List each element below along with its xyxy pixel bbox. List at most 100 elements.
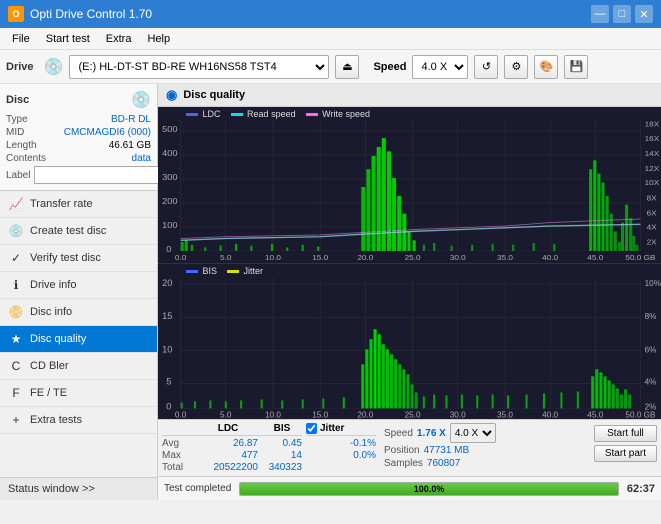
drive-select[interactable]: (E:) HL-DT-ST BD-RE WH16NS58 TST4 — [69, 55, 329, 79]
bis-legend: BIS — [186, 266, 217, 276]
sidebar-item-drive-info-label: Drive info — [30, 279, 76, 291]
avg-jitter: -0.1% — [306, 438, 376, 449]
refresh-button[interactable]: ↺ — [474, 55, 498, 79]
sidebar-item-disc-info[interactable]: 📀 Disc info — [0, 299, 157, 326]
sidebar-item-drive-info[interactable]: ℹ Drive info — [0, 272, 157, 299]
sidebar-item-disc-quality[interactable]: ★ Disc quality — [0, 326, 157, 353]
svg-text:50.0 GB: 50.0 GB — [625, 410, 655, 419]
close-button[interactable]: ✕ — [635, 5, 653, 23]
svg-text:0: 0 — [166, 244, 171, 253]
bis-col-header: BIS — [262, 423, 302, 434]
sidebar-item-transfer-rate[interactable]: 📈 Transfer rate — [0, 191, 157, 218]
content-area: ◉ Disc quality LDC Read speed — [158, 84, 661, 500]
svg-text:10%: 10% — [645, 279, 661, 288]
charts-area: LDC Read speed Write speed — [158, 107, 661, 476]
avg-bis: 0.45 — [262, 438, 302, 449]
disc-mid-label: MID — [6, 127, 24, 138]
status-window-button[interactable]: Status window >> — [0, 477, 157, 500]
menu-start-test[interactable]: Start test — [38, 31, 98, 47]
drive-icon: 💿 — [44, 57, 64, 77]
svg-text:5.0: 5.0 — [220, 410, 232, 419]
speed-label: Speed — [373, 61, 406, 73]
start-full-button[interactable]: Start full — [594, 425, 657, 442]
color-button[interactable]: 🎨 — [534, 55, 558, 79]
svg-text:8X: 8X — [647, 194, 657, 202]
sidebar-item-disc-quality-label: Disc quality — [30, 333, 86, 345]
svg-text:0.0: 0.0 — [175, 253, 186, 261]
sidebar-item-disc-info-label: Disc info — [30, 306, 72, 318]
disc-label-input[interactable] — [34, 166, 174, 184]
svg-text:25.0: 25.0 — [405, 410, 421, 419]
svg-text:16X: 16X — [645, 134, 660, 142]
speed-select[interactable]: 4.0 X — [412, 55, 468, 79]
svg-text:4X: 4X — [647, 223, 657, 231]
svg-text:35.0: 35.0 — [497, 410, 513, 419]
svg-text:4%: 4% — [645, 377, 657, 386]
bis-chart: BIS Jitter 20 15 10 5 0 10% — [158, 263, 661, 420]
total-bis: 340323 — [262, 462, 302, 473]
progress-time: 62:37 — [627, 483, 655, 495]
svg-text:12X: 12X — [645, 164, 660, 172]
bis-chart-svg: 20 15 10 5 0 10% 8% 6% 4% 2% — [158, 264, 661, 420]
start-part-button[interactable]: Start part — [594, 445, 657, 462]
max-ldc: 477 — [198, 450, 258, 461]
avg-ldc: 26.87 — [198, 438, 258, 449]
sidebar-item-fe-te-label: FE / TE — [30, 387, 67, 399]
sidebar-item-fe-te[interactable]: F FE / TE — [0, 380, 157, 407]
disc-quality-header: ◉ Disc quality — [158, 84, 661, 107]
svg-text:15.0: 15.0 — [312, 253, 328, 261]
toolbar: Drive 💿 (E:) HL-DT-ST BD-RE WH16NS58 TST… — [0, 50, 661, 84]
eject-button[interactable]: ⏏ — [335, 55, 359, 79]
svg-text:20.0: 20.0 — [357, 410, 373, 419]
disc-length-label: Length — [6, 140, 37, 151]
settings-button[interactable]: ⚙ — [504, 55, 528, 79]
samples-label: Samples — [384, 458, 423, 469]
fe-te-icon: F — [8, 385, 24, 401]
sidebar-item-cd-bler-label: CD Bler — [30, 360, 69, 372]
max-bis: 14 — [262, 450, 302, 461]
menu-file[interactable]: File — [4, 31, 38, 47]
svg-text:6%: 6% — [645, 345, 657, 354]
svg-text:50.0 GB: 50.0 GB — [625, 253, 655, 261]
svg-text:18X: 18X — [645, 120, 660, 128]
sidebar-item-create-test-disc[interactable]: 💿 Create test disc — [0, 218, 157, 245]
svg-text:30.0: 30.0 — [450, 410, 466, 419]
disc-length-value: 46.61 GB — [109, 140, 151, 151]
minimize-button[interactable]: — — [591, 5, 609, 23]
jitter-checkbox[interactable] — [306, 423, 317, 434]
sidebar-item-extra-tests[interactable]: + Extra tests — [0, 407, 157, 434]
svg-text:20: 20 — [162, 278, 172, 288]
max-jitter: 0.0% — [306, 450, 376, 461]
menu-help[interactable]: Help — [139, 31, 178, 47]
svg-text:40.0: 40.0 — [542, 410, 558, 419]
disc-quality-icon: ★ — [8, 331, 24, 347]
sidebar-item-verify-test-disc[interactable]: ✓ Verify test disc — [0, 245, 157, 272]
extra-tests-icon: + — [8, 412, 24, 428]
svg-text:100: 100 — [162, 220, 178, 229]
jitter-legend: Jitter — [227, 266, 263, 276]
save-button[interactable]: 💾 — [564, 55, 588, 79]
svg-text:500: 500 — [162, 124, 178, 133]
ldc-chart: LDC Read speed Write speed — [158, 107, 661, 263]
svg-text:2X: 2X — [647, 238, 657, 246]
disc-quality-header-title: Disc quality — [183, 89, 245, 101]
menu-extra[interactable]: Extra — [98, 31, 140, 47]
svg-text:10.0: 10.0 — [265, 410, 281, 419]
position-value: 47731 MB — [424, 445, 470, 456]
speed-stat-value: 1.76 X — [417, 428, 446, 439]
menu-bar: File Start test Extra Help — [0, 28, 661, 50]
svg-text:10X: 10X — [645, 179, 660, 187]
svg-text:300: 300 — [162, 172, 178, 181]
svg-text:5: 5 — [166, 376, 171, 386]
sidebar-item-cd-bler[interactable]: C CD Bler — [0, 353, 157, 380]
disc-contents-value: data — [132, 153, 151, 164]
svg-text:35.0: 35.0 — [497, 253, 513, 261]
speed-stat-select[interactable]: 4.0 X — [450, 423, 496, 443]
avg-label: Avg — [162, 438, 194, 449]
stats-panel: LDC BIS Avg 26.87 0.45 Max 477 14 Tota — [158, 419, 661, 476]
ldc-legend: LDC — [186, 109, 221, 119]
sidebar-item-extra-tests-label: Extra tests — [30, 414, 82, 426]
sidebar-item-create-test-disc-label: Create test disc — [30, 225, 106, 237]
sidebar-nav: 📈 Transfer rate 💿 Create test disc ✓ Ver… — [0, 191, 157, 477]
maximize-button[interactable]: □ — [613, 5, 631, 23]
